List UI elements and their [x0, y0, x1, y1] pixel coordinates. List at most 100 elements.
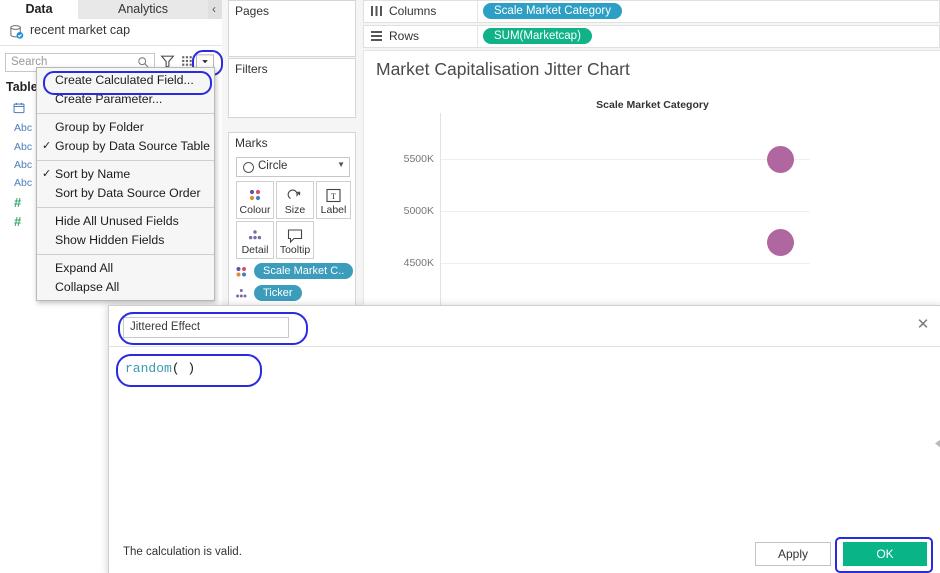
colour-icon — [249, 189, 261, 201]
columns-shelf[interactable]: Columns Scale Market Category — [363, 0, 940, 23]
menu-label-expand-all: Expand All — [55, 261, 114, 275]
marks-card: Marks Circle ▼ Colour Size T Label Detai… — [228, 132, 356, 333]
columns-divider — [477, 1, 478, 22]
menu-item-group-by-data-source-table[interactable]: ✓ Group by Data Source Table — [37, 137, 214, 156]
menu-item-group-by-folder[interactable]: Group by Folder — [37, 118, 214, 137]
tab-data[interactable]: Data — [0, 0, 78, 19]
menu-item-create-parameter[interactable]: Create Parameter... — [37, 90, 214, 109]
marks-pill-scale-market-category[interactable]: Scale Market C.. — [254, 263, 354, 279]
ok-button[interactable]: OK — [843, 542, 927, 566]
rows-icon — [371, 31, 382, 41]
marks-detail-button[interactable]: Detail — [236, 221, 274, 259]
viz-column-header: Scale Market Category — [596, 99, 709, 111]
calculation-name-value: Jittered Effect — [130, 321, 201, 333]
data-source-name: recent market cap — [30, 23, 131, 37]
marks-tooltip-button[interactable]: Tooltip — [276, 221, 314, 259]
menu-separator-2 — [37, 160, 214, 161]
rows-divider — [477, 26, 478, 47]
number-icon-1: # — [14, 195, 22, 210]
collapse-pane-icon[interactable]: ‹ — [212, 0, 216, 19]
mark-type-dropdown[interactable]: Circle ▼ — [236, 157, 350, 177]
worksheet-viz[interactable]: Market Capitalisation Jitter Chart Scale… — [363, 50, 940, 310]
apply-button[interactable]: Apply — [755, 542, 831, 566]
label-icon: T — [326, 188, 341, 203]
gridline-5000k — [440, 211, 810, 212]
marks-tooltip-label: Tooltip — [279, 244, 311, 256]
marks-size-button[interactable]: Size — [276, 181, 314, 219]
marks-detail-label: Detail — [241, 244, 269, 256]
rows-label: Rows — [389, 29, 420, 43]
menu-check-2-0: ✓ — [42, 168, 52, 180]
menu-item-expand-all[interactable]: Expand All — [37, 259, 214, 278]
ytick-label-5000k: 5000K — [403, 205, 434, 217]
menu-item-collapse-all[interactable]: Collapse All — [37, 278, 214, 297]
columns-label: Columns — [389, 4, 437, 18]
detail-icon — [248, 230, 262, 240]
marks-label-button[interactable]: T Label — [316, 181, 351, 219]
string-icon-4: Abc — [14, 177, 33, 189]
calculated-field-dialog: Jittered Effect ✕ random( ) The calculat… — [108, 305, 940, 573]
menu-label-sort-by-name: Sort by Name — [55, 167, 131, 181]
marks-colour-label: Colour — [239, 204, 271, 216]
gridline-5500k — [440, 159, 810, 160]
field-options-menu: Create Calculated Field... Create Parame… — [36, 67, 215, 301]
validation-status-text: The calculation is valid. — [123, 546, 242, 558]
string-icon-3: Abc — [14, 159, 33, 171]
menu-item-hide-all-unused-fields[interactable]: Hide All Unused Fields — [37, 212, 214, 231]
menu-label-sort-by-data-source-order: Sort by Data Source Order — [55, 186, 201, 200]
rows-pill-sum-marketcap[interactable]: SUM(Marketcap) — [483, 28, 592, 44]
menu-check-1-1: ✓ — [42, 140, 52, 152]
columns-pill-scale-market-category[interactable]: Scale Market Category — [483, 3, 622, 19]
number-icon-2: # — [14, 214, 22, 229]
circle-icon — [243, 162, 254, 173]
tableau-workbook-window: Data Analytics ‹ recent market cap Searc… — [0, 0, 940, 573]
data-point-mark[interactable] — [767, 229, 794, 256]
y-axis-line — [440, 113, 441, 309]
menu-label-show-hidden-fields: Show Hidden Fields — [55, 233, 165, 247]
string-icon-1: Abc — [14, 122, 33, 134]
formula-parens: ( ) — [171, 361, 196, 376]
gridline-4500k — [440, 263, 810, 264]
dialog-header: Jittered Effect ✕ — [109, 306, 940, 347]
mark-type-value: Circle — [258, 160, 288, 172]
menu-label-group-by-data-source-table: Group by Data Source Table — [55, 139, 210, 153]
size-icon — [287, 189, 301, 199]
formula-function-name: random — [125, 361, 172, 376]
menu-item-show-hidden-fields[interactable]: Show Hidden Fields — [37, 231, 214, 250]
menu-label-group-by-folder: Group by Folder — [55, 120, 144, 134]
detail-icon — [236, 289, 247, 298]
ytick-label-5500k: 5500K — [403, 153, 434, 165]
marks-colour-button[interactable]: Colour — [236, 181, 274, 219]
marks-title: Marks — [235, 136, 268, 150]
table-group-label: Table — [6, 80, 38, 94]
tooltip-icon — [287, 229, 303, 244]
calculation-name-input[interactable]: Jittered Effect — [123, 317, 289, 338]
menu-separator-4 — [37, 254, 214, 255]
date-icon — [13, 102, 25, 114]
pages-card[interactable]: Pages — [228, 0, 356, 57]
menu-item-create-calculated-field[interactable]: Create Calculated Field... — [37, 71, 214, 90]
dialog-footer: The calculation is valid. Apply OK — [109, 532, 940, 573]
marks-size-label: Size — [284, 204, 306, 216]
rows-shelf[interactable]: Rows SUM(Marketcap) — [363, 25, 940, 48]
data-source-row[interactable]: recent market cap — [0, 19, 222, 46]
filters-card[interactable]: Filters — [228, 58, 356, 118]
database-icon — [10, 25, 24, 39]
mark-type-chevron-down-icon: ▼ — [337, 160, 345, 169]
ytick-label-4500k: 4500K — [403, 257, 434, 269]
tab-analytics[interactable]: Analytics — [78, 0, 208, 19]
string-icon-2: Abc — [14, 141, 33, 153]
formula-editor[interactable]: random( ) — [109, 347, 940, 532]
menu-item-sort-by-data-source-order[interactable]: Sort by Data Source Order — [37, 184, 214, 203]
colour-icon — [236, 267, 246, 277]
filters-title: Filters — [235, 62, 268, 76]
data-point-mark[interactable] — [767, 146, 794, 173]
close-icon[interactable]: ✕ — [915, 317, 931, 333]
viz-title: Market Capitalisation Jitter Chart — [376, 59, 630, 79]
menu-label-create-calculated-field: Create Calculated Field... — [55, 73, 194, 87]
menu-label-collapse-all: Collapse All — [55, 280, 120, 294]
marks-pill-ticker[interactable]: Ticker — [254, 285, 302, 301]
menu-item-sort-by-name[interactable]: ✓ Sort by Name — [37, 165, 214, 184]
marks-label-label: Label — [320, 204, 347, 216]
menu-separator-1 — [37, 113, 214, 114]
